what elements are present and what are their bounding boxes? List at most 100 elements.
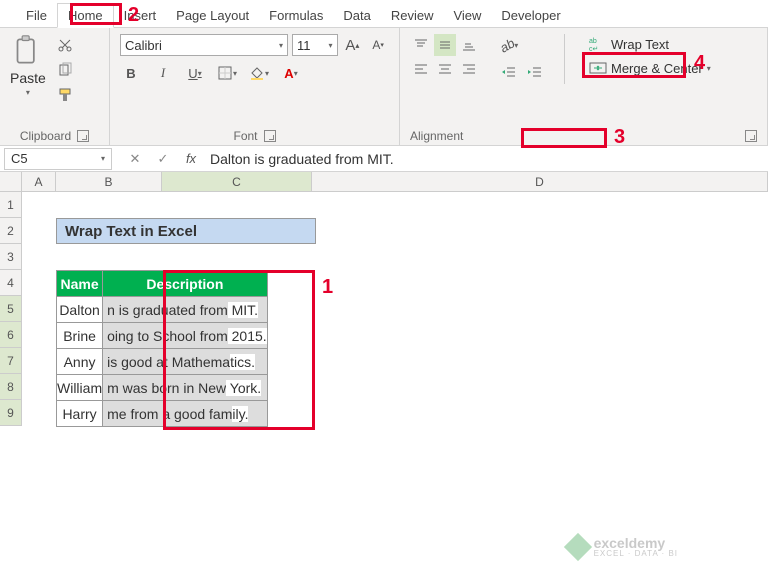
copy-icon <box>57 62 73 78</box>
col-header-b[interactable]: B <box>56 172 162 191</box>
alignment-group-label: Alignment <box>410 129 463 143</box>
tab-data[interactable]: Data <box>333 4 380 27</box>
annotation-number-3: 3 <box>614 126 625 149</box>
header-name[interactable]: Name <box>57 271 103 297</box>
font-name-value: Calibri <box>125 38 162 53</box>
increase-font-button[interactable]: A▴ <box>342 34 364 56</box>
row-header[interactable]: 4 <box>0 270 22 296</box>
row-header[interactable]: 2 <box>0 218 22 244</box>
align-top-icon <box>413 37 429 53</box>
cell-desc[interactable]: is good at Mathematics. <box>103 349 268 375</box>
font-name-combo[interactable]: Calibri▾ <box>120 34 288 56</box>
row-header[interactable]: 7 <box>0 348 22 374</box>
tab-developer[interactable]: Developer <box>491 4 570 27</box>
clipboard-icon <box>14 34 42 68</box>
col-header-d[interactable]: D <box>312 172 768 191</box>
tab-insert[interactable]: Insert <box>114 4 167 27</box>
cancel-formula-button[interactable]: ✕ <box>126 151 144 167</box>
select-all-corner[interactable] <box>0 172 22 191</box>
cell-desc[interactable]: m was born in New York. <box>103 375 268 401</box>
worksheet: A B C D 1 2 3 4 5 6 7 8 9 Wrap Text in E… <box>0 172 768 426</box>
tab-review[interactable]: Review <box>381 4 444 27</box>
chevron-down-icon: ▾ <box>707 64 711 73</box>
svg-text:ab: ab <box>589 38 597 45</box>
indent-icon <box>527 65 543 81</box>
row-header[interactable]: 3 <box>0 244 22 270</box>
font-size-value: 11 <box>297 38 311 53</box>
scissors-icon <box>57 37 73 53</box>
cut-button[interactable] <box>54 34 76 56</box>
font-color-button[interactable]: A▾ <box>280 62 302 84</box>
paintbrush-icon <box>57 87 73 103</box>
italic-button[interactable]: I <box>152 62 174 84</box>
align-bottom-button[interactable] <box>458 34 480 56</box>
merge-center-label: Merge & Center <box>611 61 703 76</box>
cell-name[interactable]: Dalton <box>57 297 103 323</box>
tab-view[interactable]: View <box>443 4 491 27</box>
align-top-button[interactable] <box>410 34 432 56</box>
clipboard-dialog-launcher[interactable] <box>77 130 89 142</box>
align-center-button[interactable] <box>434 58 456 80</box>
row-header[interactable]: 9 <box>0 400 22 426</box>
outdent-icon <box>501 65 517 81</box>
tab-file[interactable]: File <box>16 4 57 27</box>
exceldemy-logo-icon <box>563 533 591 561</box>
decrease-indent-button[interactable] <box>498 62 520 84</box>
header-description[interactable]: Description <box>103 271 268 297</box>
format-painter-button[interactable] <box>54 84 76 106</box>
align-left-icon <box>413 61 429 77</box>
cells-area[interactable]: Wrap Text in Excel Name Description Dalt… <box>22 192 768 426</box>
decrease-font-button[interactable]: A▾ <box>367 34 389 56</box>
cell-name[interactable]: Brine <box>57 323 103 349</box>
fill-color-button[interactable]: ▾ <box>248 62 270 84</box>
cell-desc[interactable]: oing to School from 2015. <box>103 323 268 349</box>
formula-bar: C5 ▾ ✕ ✓ fx Dalton is graduated from MIT. <box>0 146 768 172</box>
formula-input[interactable]: Dalton is graduated from MIT. <box>210 151 394 167</box>
align-middle-button[interactable] <box>434 34 456 56</box>
col-header-c[interactable]: C <box>162 172 312 191</box>
align-left-button[interactable] <box>410 58 432 80</box>
increase-indent-button[interactable] <box>524 62 546 84</box>
cell-name[interactable]: William <box>57 375 103 401</box>
font-size-combo[interactable]: 11▾ <box>292 34 338 56</box>
cell-name[interactable]: Harry <box>57 401 103 427</box>
annotation-number-1: 1 <box>322 276 333 299</box>
row-header[interactable]: 5 <box>0 296 22 322</box>
name-box[interactable]: C5 ▾ <box>4 148 112 170</box>
bold-button[interactable]: B <box>120 62 142 84</box>
cell-desc[interactable]: n is graduated from MIT. <box>103 297 268 323</box>
paste-button[interactable]: Paste ▾ <box>10 34 46 97</box>
row-header[interactable]: 1 <box>0 192 22 218</box>
wrap-text-label: Wrap Text <box>611 37 669 52</box>
group-clipboard: Paste ▾ Clipboard <box>0 28 110 145</box>
cell-name[interactable]: Anny <box>57 349 103 375</box>
data-table: Name Description Daltonn is graduated fr… <box>56 270 268 427</box>
align-center-icon <box>437 61 453 77</box>
tab-page-layout[interactable]: Page Layout <box>166 4 259 27</box>
tab-home[interactable]: Home <box>57 3 114 28</box>
alignment-dialog-launcher[interactable] <box>745 130 757 142</box>
align-right-button[interactable] <box>458 58 480 80</box>
orientation-button[interactable]: ab▾ <box>498 34 520 56</box>
chevron-down-icon: ▾ <box>101 154 105 163</box>
wrap-text-button[interactable]: abc↵ Wrap Text <box>583 34 717 54</box>
group-alignment: ab▾ abc↵ Wrap Text Merge & Center ▾ <box>400 28 768 145</box>
row-header[interactable]: 8 <box>0 374 22 400</box>
enter-formula-button[interactable]: ✓ <box>154 151 172 167</box>
paste-label: Paste <box>10 70 46 86</box>
cell-desc[interactable]: me from a good family. <box>103 401 268 427</box>
underline-button[interactable]: U ▾ <box>184 62 206 84</box>
column-headers: A B C D <box>0 172 768 192</box>
tab-formulas[interactable]: Formulas <box>259 4 333 27</box>
borders-button[interactable]: ▾ <box>216 62 238 84</box>
font-group-label: Font <box>233 129 257 143</box>
font-dialog-launcher[interactable] <box>264 130 276 142</box>
col-header-a[interactable]: A <box>22 172 56 191</box>
fx-button[interactable]: fx <box>182 151 200 166</box>
annotation-number-4: 4 <box>694 52 705 75</box>
cell-reference: C5 <box>11 151 28 166</box>
title-cell[interactable]: Wrap Text in Excel <box>56 218 316 244</box>
row-header[interactable]: 6 <box>0 322 22 348</box>
copy-button[interactable] <box>54 59 76 81</box>
paste-dropdown-icon[interactable]: ▾ <box>26 88 30 97</box>
